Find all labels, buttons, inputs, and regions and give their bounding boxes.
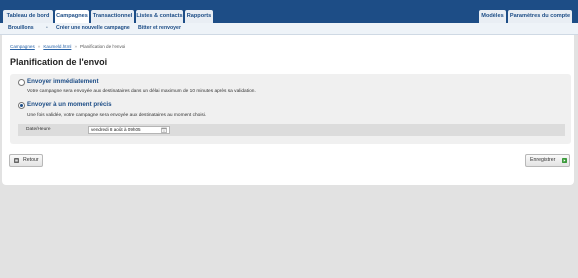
breadcrumb-separator: »	[37, 44, 41, 49]
subnav-separator: •	[46, 25, 48, 31]
tab-transactional[interactable]: Transactionnel	[91, 10, 134, 23]
subnav-drafts[interactable]: Brouillons	[8, 23, 34, 34]
breadcrumb-separator: »	[74, 44, 77, 49]
send-now-label[interactable]: Envoyer immédiatement	[27, 78, 99, 85]
sub-navigation: Brouillons • Créer une nouvelle campagne…	[0, 23, 578, 35]
datetime-label: Date/Heure	[26, 127, 51, 132]
back-icon	[14, 158, 19, 163]
main-content-card: Campagnes» Kaumeld.html» Planification de …	[2, 35, 574, 185]
tab-account-settings[interactable]: Paramètres du compte	[508, 10, 572, 23]
datetime-value: vendredi 8 août à 09h05	[91, 127, 141, 132]
back-button-label: Retour	[23, 157, 39, 163]
send-scheduled-label[interactable]: Envoyer à un moment précis	[27, 101, 112, 108]
subnav-create-campaign[interactable]: Créer une nouvelle campagne	[56, 23, 130, 34]
send-now-radio[interactable]	[18, 79, 25, 86]
back-button[interactable]: Retour	[9, 154, 43, 167]
datetime-field[interactable]: vendredi 8 août à 09h05	[88, 126, 170, 134]
top-navigation-bar: Tableau de bord Campagnes Transactionnel…	[0, 0, 578, 23]
save-button-label: Enregistrer	[530, 157, 556, 163]
subnav-separator: •	[128, 25, 130, 31]
tab-reports[interactable]: Rapports	[185, 10, 213, 23]
tab-lists-contacts[interactable]: Listes & contacts	[136, 10, 183, 23]
send-scheduled-radio[interactable]	[18, 102, 25, 109]
datetime-row: Date/Heure vendredi 8 août à 09h05	[18, 124, 565, 136]
tab-templates[interactable]: Modèles	[479, 10, 506, 23]
calendar-icon[interactable]	[161, 127, 167, 133]
schedule-options-panel: Envoyer immédiatement Votre campagne ser…	[10, 74, 571, 144]
tab-campaigns[interactable]: Campagnes	[55, 10, 89, 23]
breadcrumb-current: Planification de l'envoi	[80, 44, 126, 49]
breadcrumb-campaigns[interactable]: Campagnes	[10, 44, 35, 49]
page-title: Planification de l'envoi	[10, 57, 108, 67]
tab-dashboard[interactable]: Tableau de bord	[3, 10, 53, 23]
arrow-right-icon	[562, 158, 567, 163]
breadcrumb: Campagnes» Kaumeld.html» Planification de …	[10, 44, 125, 49]
send-now-description: Votre campagne sera envoyée aux destinat…	[27, 89, 256, 94]
save-button[interactable]: Enregistrer	[525, 154, 570, 167]
send-scheduled-description: Une fois validée, votre campagne sera en…	[27, 113, 207, 118]
breadcrumb-campaign-name[interactable]: Kaumeld.html	[43, 44, 71, 49]
subnav-test-resend[interactable]: Bitter et renvoyer	[138, 23, 181, 34]
